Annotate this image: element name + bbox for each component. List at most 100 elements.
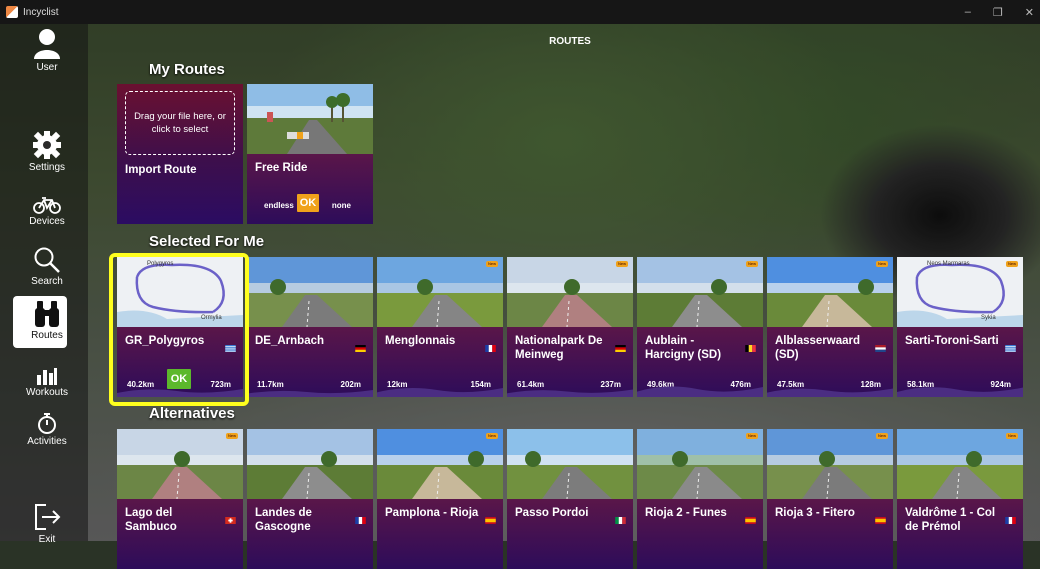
new-badge: New (226, 433, 238, 439)
exit-icon (35, 504, 61, 530)
elevation-profile (247, 390, 373, 397)
country-flag-icon (355, 339, 366, 352)
route-name: Nationalpark De Meinweg (515, 335, 603, 361)
route-photo (767, 429, 893, 499)
route-photo (507, 257, 633, 327)
page-title: ROUTES (549, 36, 591, 47)
route-card[interactable]: Passo Pordoi (507, 429, 633, 569)
route-name: Landes de Gascogne (255, 507, 312, 533)
route-photo (377, 257, 503, 327)
new-badge: New (876, 261, 888, 267)
free-ride-card[interactable]: Free Ride endless none OK (247, 84, 373, 224)
country-flag-icon (745, 339, 756, 352)
route-photo (637, 257, 763, 327)
close-button[interactable]: ✕ (1025, 6, 1034, 19)
sidebar-item-user[interactable]: User (0, 28, 94, 73)
section-title-my-routes: My Routes (149, 61, 225, 78)
route-card[interactable]: New Alblasserwaard (SD) 47.5km 128m (767, 257, 893, 397)
minimize-button[interactable]: – (965, 6, 971, 18)
route-distance: endless (264, 201, 294, 210)
sidebar-item-label: Settings (28, 162, 66, 173)
new-badge: New (616, 261, 628, 267)
new-badge: New (876, 433, 888, 439)
new-badge: New (486, 433, 498, 439)
route-name: Lago del Sambuco (125, 507, 177, 533)
route-card[interactable]: New Valdrôme 1 - Col de Prémol (897, 429, 1023, 569)
sidebar-item-devices[interactable]: Devices (0, 196, 94, 227)
sidebar-item-search[interactable]: Search (0, 246, 94, 287)
sidebar-item-label: Search (31, 276, 63, 287)
ok-button[interactable]: OK (297, 194, 319, 212)
map-label: Neos Marmaras (927, 261, 970, 267)
route-card[interactable]: New Rioja 3 - Fitero (767, 429, 893, 569)
elevation-profile (507, 389, 633, 397)
maximize-button[interactable]: ❐ (993, 6, 1003, 19)
sidebar-item-settings[interactable]: Settings (0, 130, 94, 173)
route-name: Passo Pordoi (515, 507, 589, 519)
route-name: Rioja 3 - Fitero (775, 507, 855, 519)
sidebar-item-routes[interactable]: Routes (0, 300, 94, 341)
route-card[interactable]: New Rioja 2 - Funes (637, 429, 763, 569)
route-card[interactable]: New Nationalpark De Meinweg 61.4km 237m (507, 257, 633, 397)
section-title-alternatives: Alternatives (149, 405, 235, 422)
sidebar-item-activities[interactable]: Activities (0, 412, 94, 447)
bicycle-icon (33, 197, 61, 214)
route-name: Menglonnais (385, 335, 456, 347)
card-title: Import Route (125, 164, 197, 176)
sidebar-item-label: User (36, 62, 58, 73)
country-flag-icon (1005, 511, 1016, 524)
route-photo (247, 257, 373, 327)
new-badge: New (1006, 433, 1018, 439)
selected-card-highlight (109, 253, 249, 406)
route-photo (117, 429, 243, 499)
import-route-card[interactable]: Drag your file here, or click to select … (117, 84, 243, 224)
route-name: Sarti-Toroni-Sarti (905, 335, 999, 347)
route-photo (507, 429, 633, 499)
sidebar-item-label: Exit (38, 534, 56, 545)
country-flag-icon (745, 511, 756, 524)
route-name: Aublain - Harcigny (SD) (645, 335, 722, 361)
sidebar-item-workouts[interactable]: Workouts (0, 367, 94, 398)
route-name: Rioja 2 - Funes (645, 507, 727, 519)
stopwatch-icon (38, 413, 56, 434)
search-icon (34, 247, 60, 273)
country-flag-icon (615, 511, 626, 524)
country-flag-icon (875, 511, 886, 524)
route-photo (247, 429, 373, 499)
file-drop-zone[interactable]: Drag your file here, or click to select (125, 91, 235, 155)
country-flag-icon (485, 339, 496, 352)
route-card[interactable]: New Menglonnais 12km 154m (377, 257, 503, 397)
route-photo (377, 429, 503, 499)
country-flag-icon (485, 511, 496, 524)
route-card[interactable]: Landes de Gascogne (247, 429, 373, 569)
map-label: Sykia (981, 315, 996, 321)
section-title-selected: Selected For Me (149, 233, 265, 250)
sidebar-item-label: Activities (27, 436, 67, 447)
route-card[interactable]: New Lago del Sambuco (117, 429, 243, 569)
route-map: Neos Marmaras Sykia (897, 257, 1023, 327)
sidebar-item-exit[interactable]: Exit (0, 502, 94, 545)
route-card[interactable]: DE_Arnbach 11.7km 202m (247, 257, 373, 397)
new-badge: New (1006, 261, 1018, 267)
route-elevation: none (331, 201, 351, 210)
route-name: Alblasserwaard (SD) (775, 335, 861, 361)
new-badge: New (746, 261, 758, 267)
route-card[interactable]: New Pamplona - Rioja (377, 429, 503, 569)
new-badge: New (486, 261, 498, 267)
elevation-profile (767, 388, 893, 397)
elevation-profile (897, 387, 1023, 397)
route-name: DE_Arnbach (255, 335, 325, 347)
route-card[interactable]: New Aublain - Harcigny (SD) 49.6km 476m (637, 257, 763, 397)
new-badge: New (746, 433, 758, 439)
elevation-profile (377, 387, 503, 397)
bar-chart-icon (37, 368, 57, 385)
route-name: Pamplona - Rioja (385, 507, 479, 519)
country-flag-icon (875, 339, 886, 352)
drop-zone-text: Drag your file here, or click to select (134, 111, 226, 135)
route-name: Valdrôme 1 - Col de Prémol (905, 507, 996, 533)
route-card[interactable]: Neos Marmaras Sykia New Sarti-Toroni-Sar… (897, 257, 1023, 397)
elevation-profile (637, 386, 763, 397)
country-flag-icon (355, 511, 366, 524)
sidebar-item-label: Routes (31, 330, 63, 341)
country-flag-icon (615, 339, 626, 352)
